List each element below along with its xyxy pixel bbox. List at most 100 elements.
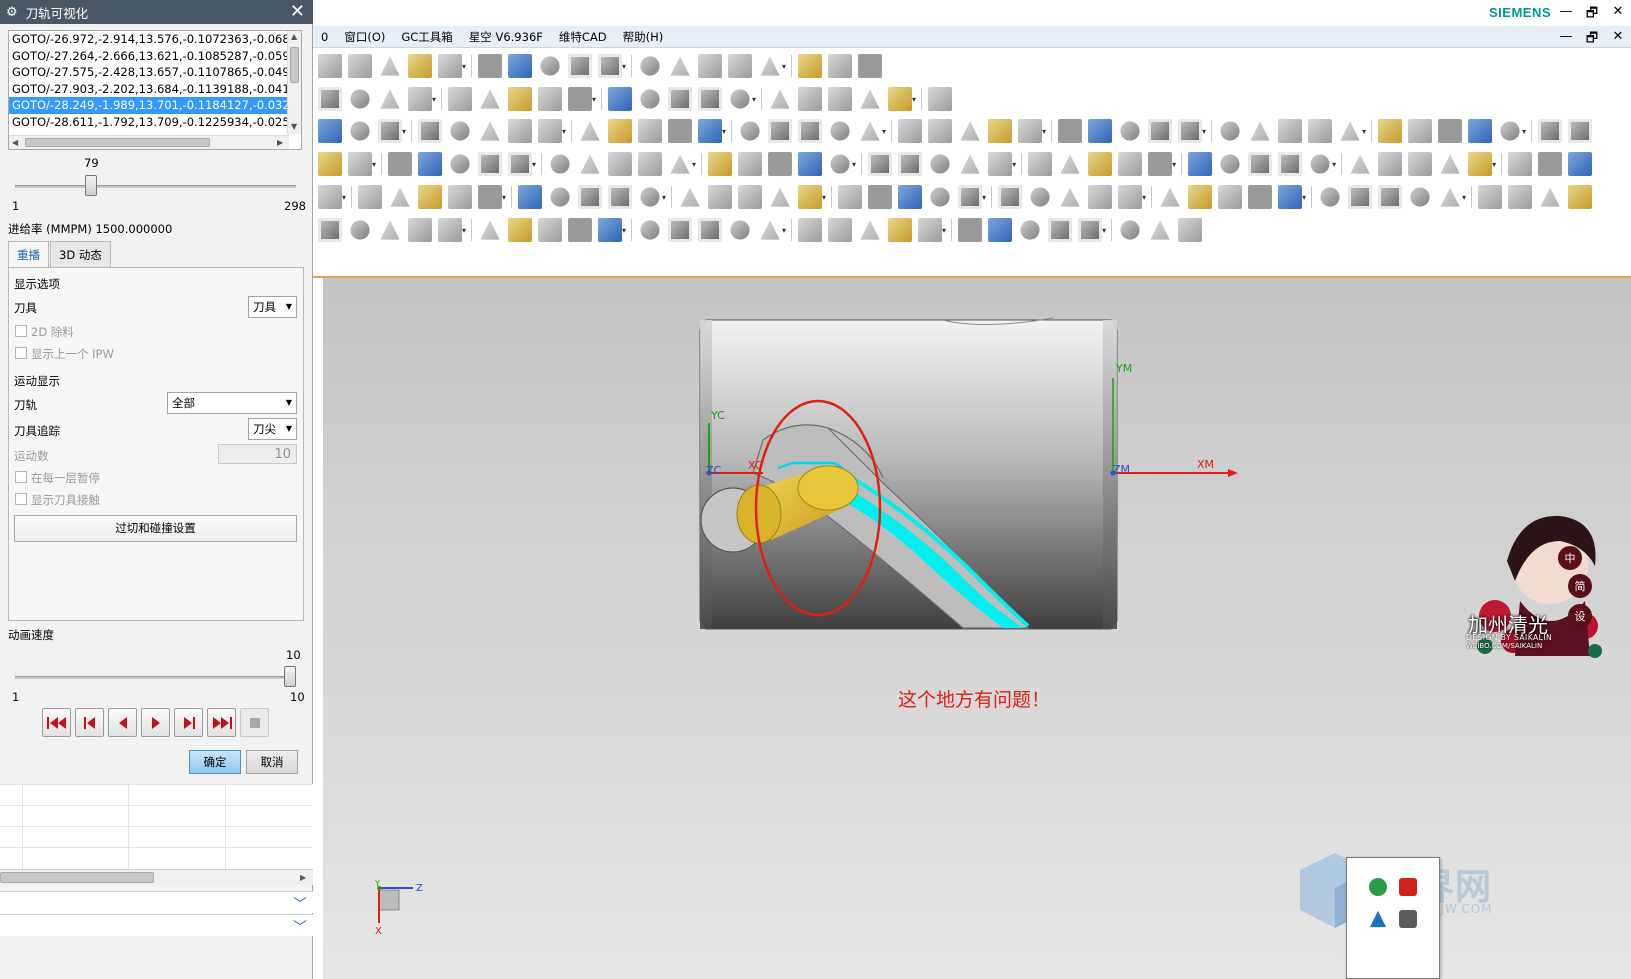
doc-minimize-button[interactable]: — xyxy=(1559,29,1573,51)
scroll-up-icon[interactable]: ▲ xyxy=(291,32,297,41)
toolbar-button[interactable] xyxy=(538,87,563,111)
dropdown-arrow-icon[interactable]: ▾ xyxy=(822,193,826,202)
dropdown-arrow-icon[interactable]: ▾ xyxy=(1142,193,1146,202)
position-slider-track[interactable] xyxy=(15,185,296,188)
toolbar-button[interactable] xyxy=(928,119,953,143)
toolbar-button[interactable] xyxy=(378,119,402,143)
toolbar-button[interactable] xyxy=(668,87,693,111)
dropdown-arrow-icon[interactable]: ▾ xyxy=(342,193,346,202)
toolbar-button[interactable] xyxy=(898,119,923,143)
animation-speed-track[interactable] xyxy=(15,676,296,679)
toolbar-button[interactable] xyxy=(1088,185,1113,209)
toolbar-button[interactable] xyxy=(598,54,623,78)
list-item[interactable]: GOTO/-27.575,-2.428,13.657,-0.1107865,-0… xyxy=(9,64,287,81)
list-item[interactable]: GOTO/-26.972,-2.914,13.576,-0.1072363,-0… xyxy=(9,31,287,48)
toolbar-button[interactable] xyxy=(478,185,503,209)
toolbar-button[interactable] xyxy=(830,154,850,174)
menu-item-gc-toolbox[interactable]: GC工具箱 xyxy=(393,29,460,45)
scroll-down-icon[interactable]: ▼ xyxy=(291,122,297,131)
toolbar-button[interactable] xyxy=(1350,154,1370,174)
toolbar-button[interactable] xyxy=(1060,154,1080,174)
dropdown-arrow-icon[interactable]: ▾ xyxy=(1012,160,1016,169)
toolbar-button[interactable] xyxy=(798,54,823,78)
toolbar-button[interactable] xyxy=(318,152,342,176)
toolbar-button[interactable] xyxy=(1568,119,1593,143)
toolbar-button[interactable] xyxy=(798,87,823,111)
toolbar-button[interactable] xyxy=(1058,119,1083,143)
toolbar-button[interactable] xyxy=(768,152,793,176)
dropdown-arrow-icon[interactable]: ▾ xyxy=(592,95,596,104)
motion-count-field[interactable]: 10 xyxy=(218,444,297,464)
scroll-right-icon[interactable]: ▶ xyxy=(277,138,283,147)
restore-button[interactable]: 🗗 xyxy=(1585,4,1599,26)
toolbar-button[interactable] xyxy=(1568,152,1593,176)
toolbar-button[interactable] xyxy=(1438,119,1463,143)
menu-item-help[interactable]: 帮助(H) xyxy=(615,29,672,45)
tool-trace-dropdown[interactable]: 刀尖 ▼ xyxy=(248,418,297,440)
dropdown-arrow-icon[interactable]: ▾ xyxy=(782,62,786,71)
tab-3d-dynamic[interactable]: 3D 动态 xyxy=(50,241,111,268)
dropdown-arrow-icon[interactable]: ▾ xyxy=(692,160,696,169)
toolbar-button[interactable] xyxy=(928,87,953,111)
toolbar-button[interactable] xyxy=(728,54,753,78)
toolbar-button[interactable] xyxy=(1148,119,1173,143)
toolbar-button[interactable] xyxy=(760,220,780,240)
dropdown-arrow-icon[interactable]: ▾ xyxy=(462,226,466,235)
toolbar-button[interactable] xyxy=(988,152,1013,176)
toolbar-button[interactable] xyxy=(1118,152,1143,176)
dropdown-arrow-icon[interactable]: ▾ xyxy=(942,226,946,235)
toolbar-button[interactable] xyxy=(740,121,760,141)
dropdown-arrow-icon[interactable]: ▾ xyxy=(1102,226,1106,235)
toolbar-button[interactable] xyxy=(1088,152,1113,176)
dialog-close-button[interactable]: ✕ xyxy=(290,1,305,22)
toolbar-button[interactable] xyxy=(698,54,723,78)
dropdown-arrow-icon[interactable]: ▾ xyxy=(372,160,376,169)
avatar-btn-zhong[interactable]: 中 xyxy=(1558,546,1582,570)
toolbar-button[interactable] xyxy=(738,152,763,176)
position-slider-thumb[interactable] xyxy=(85,175,98,196)
toolbar-button[interactable] xyxy=(1340,121,1360,141)
toolbar-button[interactable] xyxy=(438,218,462,242)
dropdown-arrow-icon[interactable]: ▾ xyxy=(782,226,786,235)
toolbar-button[interactable] xyxy=(318,185,342,209)
list-item-selected[interactable]: GOTO/-28.249,-1.989,13.701,-0.1184127,-0… xyxy=(9,97,287,114)
toolbar-button[interactable] xyxy=(680,187,700,207)
toolbar-button[interactable] xyxy=(408,218,432,242)
play-forward-button[interactable] xyxy=(141,708,170,737)
toolbar-button[interactable] xyxy=(1378,119,1403,143)
toolbar-button[interactable] xyxy=(960,121,980,141)
toolbar-button[interactable] xyxy=(538,218,563,242)
toolbar-button[interactable] xyxy=(508,218,533,242)
autodesk-tray-icon[interactable] xyxy=(1369,910,1387,928)
toolbar-button[interactable] xyxy=(888,218,913,242)
toolbar-button[interactable] xyxy=(508,87,533,111)
list-item[interactable]: GOTO/-27.264,-2.666,13.621,-0.1085287,-0… xyxy=(9,48,287,65)
toolbar-button[interactable] xyxy=(480,121,500,141)
toolbar-button[interactable] xyxy=(770,89,790,109)
toolbar-button[interactable] xyxy=(830,121,850,141)
list-horizontal-scrollbar[interactable]: ◀ ▶ xyxy=(9,135,289,149)
toolbar-button[interactable] xyxy=(1118,185,1143,209)
toolbar-button[interactable] xyxy=(450,121,470,141)
toolbar-button[interactable] xyxy=(1468,119,1493,143)
dropdown-arrow-icon[interactable]: ▾ xyxy=(622,62,626,71)
toolbar-button[interactable] xyxy=(418,185,443,209)
toolbar-button[interactable] xyxy=(508,152,533,176)
toolbar-button[interactable] xyxy=(898,152,923,176)
toolbar-button[interactable] xyxy=(930,154,950,174)
toolbar-button[interactable] xyxy=(698,218,723,242)
dropdown-arrow-icon[interactable]: ▾ xyxy=(1302,193,1306,202)
toolbar-button[interactable] xyxy=(350,220,370,240)
toolbar-button[interactable] xyxy=(860,220,880,240)
menu-item-weite-cad[interactable]: 维特CAD xyxy=(551,29,615,45)
dropdown-arrow-icon[interactable]: ▾ xyxy=(1462,193,1466,202)
minimize-button[interactable]: — xyxy=(1559,4,1573,26)
toolbar-button[interactable] xyxy=(1148,152,1173,176)
dropdown-arrow-icon[interactable]: ▾ xyxy=(402,127,406,136)
step-back-button[interactable] xyxy=(75,708,104,737)
toolbar-button[interactable] xyxy=(798,185,823,209)
toolbar-button[interactable] xyxy=(1188,185,1213,209)
toolbar-button[interactable] xyxy=(450,154,470,174)
toolbar-button[interactable] xyxy=(1120,220,1140,240)
toolbar-button[interactable] xyxy=(518,185,543,209)
